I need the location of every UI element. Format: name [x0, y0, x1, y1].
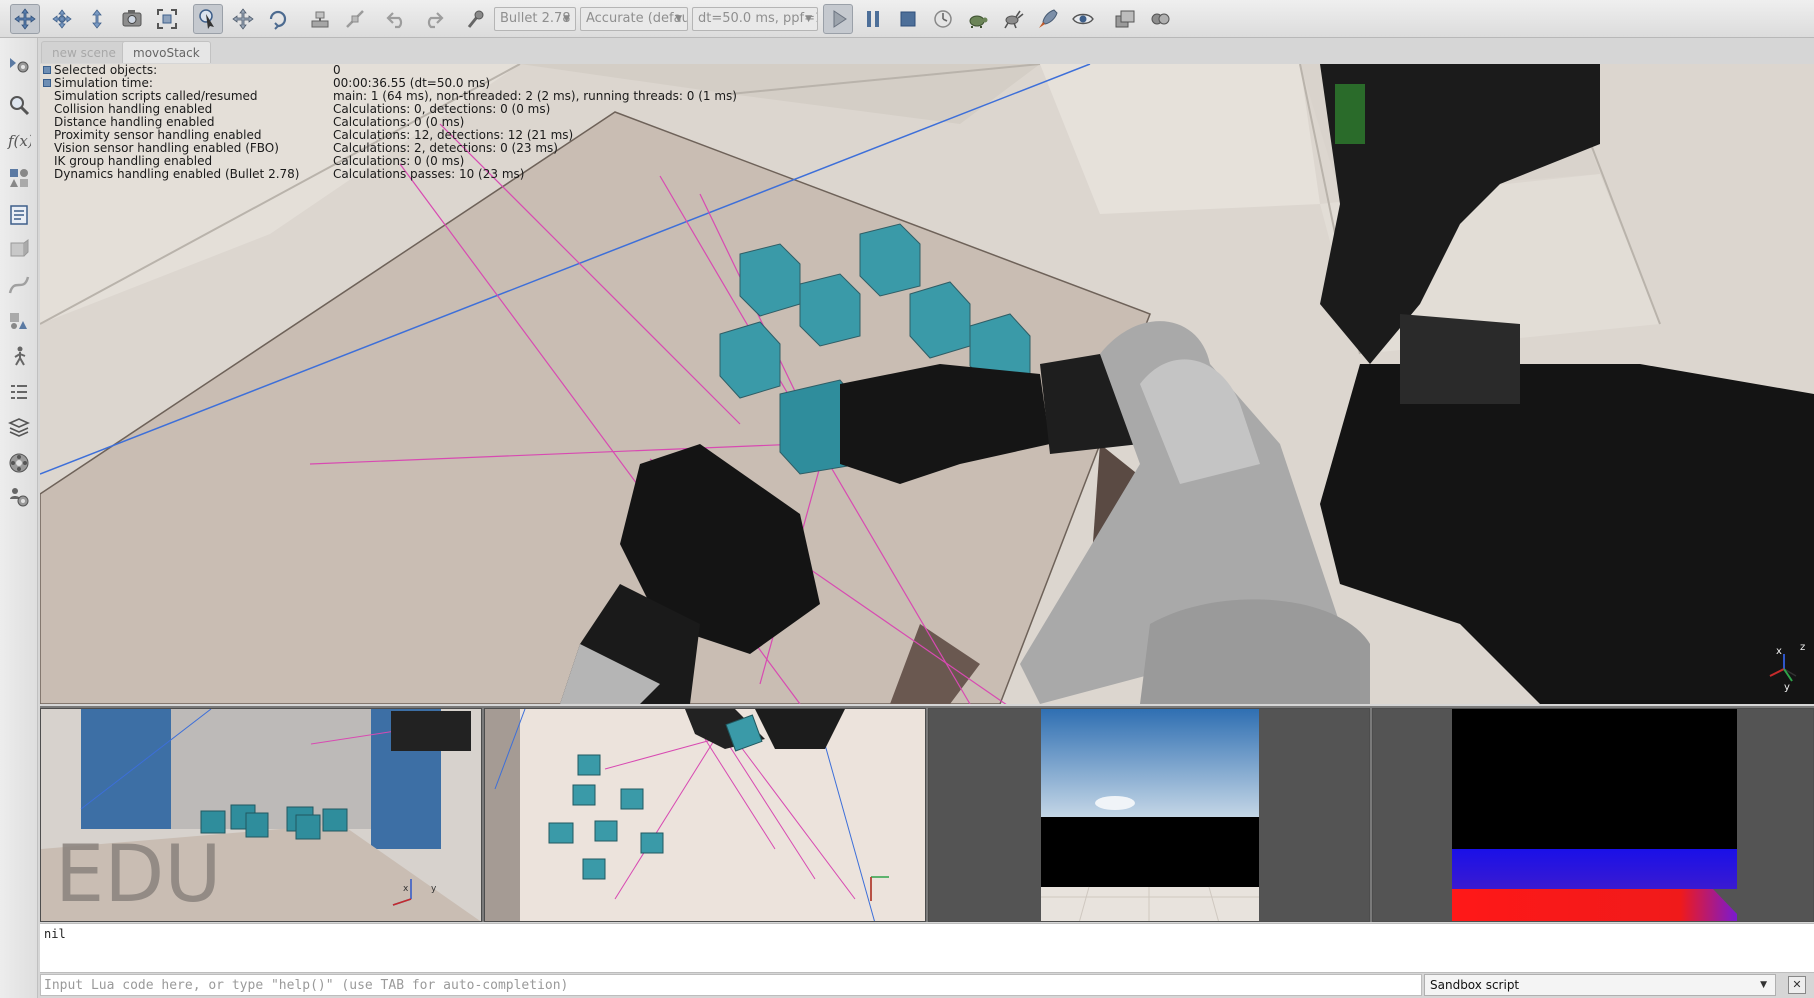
scene-tabs: new scene movoStack — [38, 38, 1814, 64]
disassemble-icon[interactable] — [340, 4, 370, 34]
floating-view-front[interactable]: EDU x y — [40, 708, 482, 922]
left-toolbar: f(x) — [0, 38, 38, 998]
floating-views-strip: EDU x y — [40, 706, 1814, 922]
redo-icon[interactable] — [418, 4, 448, 34]
tab-new-scene[interactable]: new scene — [41, 41, 127, 63]
user-settings-gear-icon[interactable] — [4, 482, 34, 512]
stop-simulation-icon[interactable] — [893, 4, 923, 34]
fit-to-view-icon[interactable] — [152, 4, 182, 34]
real-time-mode-icon[interactable] — [928, 4, 958, 34]
script-type-select[interactable]: Sandbox script ▼ — [1424, 974, 1776, 996]
calculation-modules-icon[interactable]: f(x) — [4, 125, 34, 155]
scripts-icon[interactable] — [4, 200, 34, 230]
dynamics-engine-icon[interactable] — [460, 4, 490, 34]
close-icon[interactable]: ✕ — [1788, 976, 1806, 994]
info-checkbox[interactable] — [43, 79, 51, 87]
top-view-render — [485, 709, 925, 921]
thumb-axis-y-label: y — [431, 884, 437, 894]
depth-view-render — [1373, 709, 1813, 921]
camera-view-render — [929, 709, 1369, 921]
click-select-icon[interactable] — [193, 4, 223, 34]
dynamics-accuracy-select[interactable]: Accurate (defau ▼ — [580, 7, 688, 31]
visualization-toggle-icon[interactable] — [1068, 4, 1098, 34]
lua-command-input[interactable] — [40, 974, 1422, 996]
thread-rendering-icon[interactable] — [1033, 4, 1063, 34]
console-output-text: nil — [44, 927, 66, 941]
axis-y-label: y — [1784, 682, 1790, 693]
object-shift-icon[interactable] — [228, 4, 258, 34]
physics-engine-select[interactable]: Bullet 2.78 ▼ — [494, 7, 576, 31]
object-rotate-icon[interactable] — [263, 4, 293, 34]
floating-view-camera[interactable] — [928, 708, 1370, 922]
floating-view-top[interactable] — [484, 708, 926, 922]
undo-icon[interactable] — [382, 4, 412, 34]
video-recorder-icon[interactable] — [4, 448, 34, 478]
main-3d-viewport[interactable]: z x y — [40, 64, 1814, 704]
simulation-settings-icon[interactable] — [4, 50, 34, 80]
info-checkbox[interactable] — [43, 66, 51, 74]
camera-pan-icon[interactable] — [10, 4, 40, 34]
simulation-timestep-select[interactable]: dt=50.0 ms, ppf=1 ▼ — [692, 7, 818, 31]
main-toolbar: Bullet 2.78 ▼ Accurate (defau ▼ dt=50.0 ms… — [0, 0, 1814, 38]
collections-icon[interactable] — [4, 163, 34, 193]
shape-edit-icon[interactable] — [4, 234, 34, 264]
layers-icon[interactable] — [4, 412, 34, 442]
axis-x-label: x — [1776, 646, 1782, 657]
tab-movostack[interactable]: movoStack — [122, 41, 211, 63]
pause-simulation-icon[interactable] — [858, 4, 888, 34]
start-simulation-icon[interactable] — [823, 4, 853, 34]
lua-console-output: nil — [40, 923, 1814, 973]
front-view-render: EDU x y — [41, 709, 481, 921]
user-settings-icon[interactable] — [4, 306, 34, 336]
info-value: Calculations passes: 10 (23 ms) — [333, 167, 525, 181]
assemble-icon[interactable] — [305, 4, 335, 34]
model-browser-icon[interactable] — [1145, 4, 1175, 34]
search-icon[interactable] — [4, 90, 34, 120]
floating-view-depth[interactable] — [1372, 708, 1814, 922]
edu-watermark: EDU — [55, 830, 221, 920]
camera-shift-icon[interactable] — [82, 4, 112, 34]
scene-hierarchy-icon[interactable] — [1110, 4, 1140, 34]
scene-render: z x y — [40, 64, 1814, 704]
axis-z-label: z — [1800, 642, 1805, 653]
slow-down-icon[interactable] — [963, 4, 993, 34]
ik-robot-icon[interactable] — [4, 342, 34, 372]
thumb-axis-x-label: x — [403, 884, 409, 894]
speed-up-icon[interactable] — [998, 4, 1028, 34]
info-label: Dynamics handling enabled (Bullet 2.78) — [54, 167, 300, 181]
svg-text:f(x): f(x) — [7, 132, 31, 150]
script-type-label: Sandbox script — [1430, 978, 1520, 992]
camera-rotate-icon[interactable] — [47, 4, 77, 34]
scene-objects-list-icon[interactable] — [4, 378, 34, 408]
path-edit-icon[interactable] — [4, 270, 34, 300]
camera-opening-angle-icon[interactable] — [117, 4, 147, 34]
